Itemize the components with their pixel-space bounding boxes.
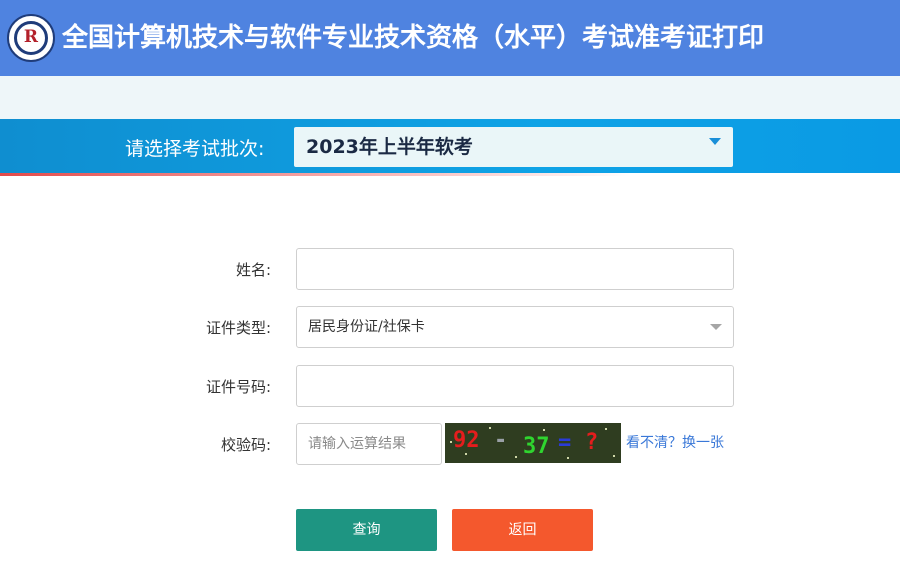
page-title: 全国计算机技术与软件专业技术资格（水平）考试准考证打印 bbox=[62, 23, 765, 53]
captcha-operand-b: 37 bbox=[523, 434, 550, 459]
captcha-equals: = bbox=[558, 430, 572, 455]
id-type-select-value: 居民身份证/社保卡 bbox=[308, 319, 425, 335]
batch-select[interactable]: 2023年上半年软考 bbox=[294, 127, 733, 167]
id-type-select[interactable]: 居民身份证/社保卡 bbox=[296, 306, 734, 348]
query-button[interactable]: 查询 bbox=[296, 509, 437, 551]
id-type-label: 证件类型: bbox=[205, 319, 271, 337]
chevron-down-icon bbox=[709, 138, 721, 145]
id-number-input[interactable] bbox=[297, 366, 733, 406]
id-number-field-wrapper bbox=[296, 365, 734, 407]
captcha-noise bbox=[605, 428, 607, 430]
sub-bar bbox=[0, 76, 900, 119]
captcha-noise bbox=[489, 427, 491, 429]
captcha-refresh-link[interactable]: 看不清？换一张 bbox=[626, 433, 724, 453]
name-field-wrapper bbox=[296, 248, 734, 290]
batch-bar-underline bbox=[0, 173, 900, 176]
captcha-operand-a: 92 bbox=[453, 428, 480, 453]
captcha-question: ? bbox=[585, 430, 599, 455]
back-button[interactable]: 返回 bbox=[452, 509, 593, 551]
id-number-label: 证件号码: bbox=[205, 378, 271, 396]
captcha-noise bbox=[613, 455, 615, 457]
captcha-operator: - bbox=[494, 428, 508, 453]
page-header: R 全国计算机技术与软件专业技术资格（水平）考试准考证打印 bbox=[0, 0, 900, 76]
captcha-noise bbox=[515, 456, 517, 458]
batch-select-value: 2023年上半年软考 bbox=[306, 136, 473, 158]
captcha-noise bbox=[450, 441, 452, 443]
name-label: 姓名: bbox=[235, 261, 271, 279]
captcha-image[interactable]: 92 - 37 = ? bbox=[445, 423, 621, 463]
captcha-noise bbox=[465, 453, 467, 455]
captcha-label: 校验码: bbox=[220, 436, 271, 454]
captcha-field-wrapper bbox=[296, 423, 442, 465]
logo-mark: R bbox=[23, 27, 39, 47]
exam-seal-logo-icon: R bbox=[7, 14, 55, 62]
captcha-input[interactable] bbox=[297, 424, 441, 464]
name-input[interactable] bbox=[297, 249, 733, 289]
chevron-down-icon bbox=[710, 324, 722, 330]
captcha-noise bbox=[567, 457, 569, 459]
captcha-noise bbox=[543, 429, 545, 431]
batch-label: 请选择考试批次: bbox=[125, 138, 265, 160]
